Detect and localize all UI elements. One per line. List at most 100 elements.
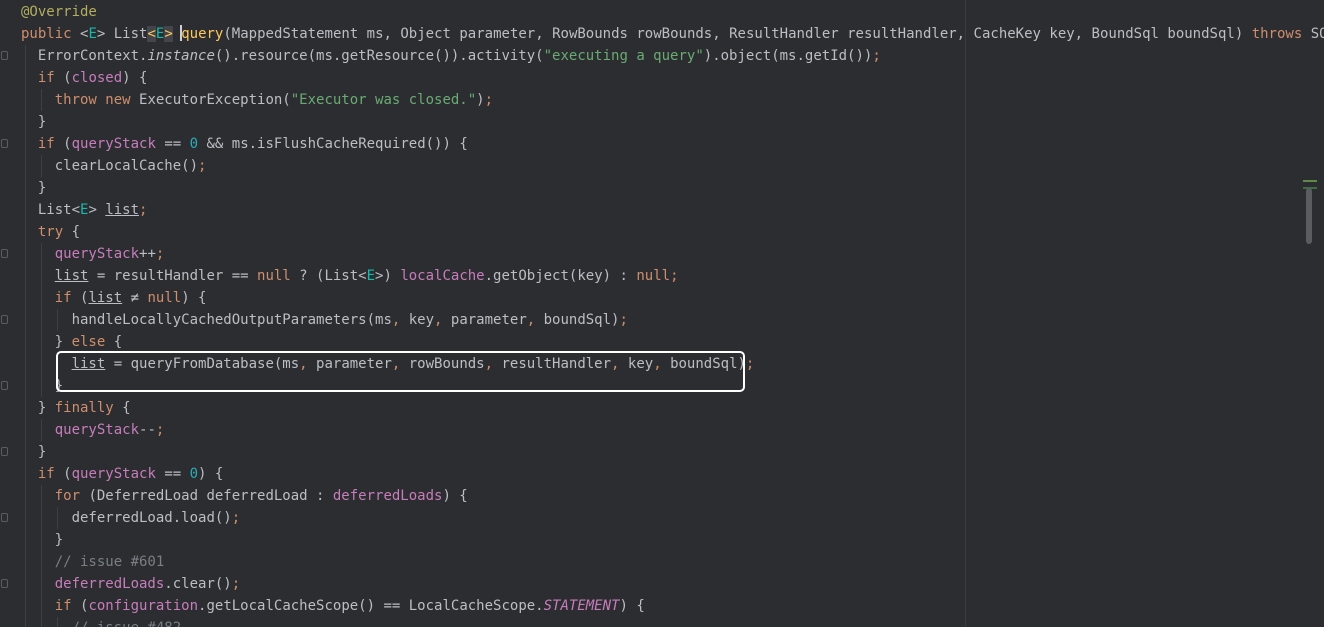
code-token: list: [88, 290, 123, 306]
code-token: "executing a query": [543, 48, 704, 64]
code-line[interactable]: if (queryStack == 0 && ms.isFlushCacheRe…: [21, 133, 1324, 155]
code-token: ? (List<: [290, 268, 367, 284]
code-token: key: [408, 312, 435, 328]
code-token: deferredLoads: [54, 576, 165, 592]
code-line[interactable]: } else {: [21, 331, 1324, 353]
code-token: ErrorContext.: [37, 48, 148, 64]
code-line[interactable]: @Override: [21, 1, 1324, 23]
code-line[interactable]: if (list ≠ null) {: [21, 287, 1324, 309]
code-line[interactable]: }: [21, 529, 1324, 551]
code-line[interactable]: queryStack--;: [21, 419, 1324, 441]
code-token: }: [37, 400, 55, 416]
indent-guide: [25, 89, 26, 111]
code-token: if: [37, 136, 64, 152]
vertical-scrollbar[interactable]: [1306, 188, 1312, 244]
code-line[interactable]: clearLocalCache();: [21, 155, 1324, 177]
fold-icon[interactable]: [1, 51, 8, 60]
code-line[interactable]: if (configuration.getLocalCacheScope() =…: [21, 595, 1324, 617]
code-line[interactable]: }: [21, 177, 1324, 199]
code-token: ++: [139, 246, 156, 262]
code-token: ;: [231, 576, 241, 592]
indent-guide: [41, 287, 42, 309]
indent-guide: [41, 353, 42, 375]
indent-guide: [41, 551, 42, 573]
fold-icon[interactable]: [1, 139, 8, 148]
code-token: deferredLoads: [332, 488, 443, 504]
code-line[interactable]: try {: [21, 221, 1324, 243]
code-token: ;: [619, 312, 628, 328]
indent-guide: [41, 595, 42, 617]
fold-icon[interactable]: [1, 315, 8, 324]
indent-guide: [25, 485, 26, 507]
code-line[interactable]: handleLocallyCachedOutputParameters(ms, …: [21, 309, 1324, 331]
code-token: .clear(): [164, 576, 232, 592]
code-token: "Executor was closed.": [290, 92, 477, 108]
code-token: (DeferredLoad deferredLoad :: [88, 488, 333, 504]
code-token: ).object(ms.getId()): [703, 48, 873, 64]
code-token: (: [63, 136, 72, 152]
indent-guide: [25, 287, 26, 309]
indent-guide: [41, 617, 42, 627]
code-token: 0: [189, 136, 199, 152]
code-token: // issue #601: [54, 554, 165, 570]
indent-guide: [41, 309, 42, 331]
code-token: for: [54, 488, 89, 504]
code-token: E: [88, 26, 97, 42]
code-line[interactable]: list = resultHandler == null ? (List<E>)…: [21, 265, 1324, 287]
code-token: = resultHandler ==: [88, 268, 258, 284]
code-line[interactable]: throw new ExecutorException("Executor wa…: [21, 89, 1324, 111]
code-line[interactable]: if (queryStack == 0) {: [21, 463, 1324, 485]
fold-icon[interactable]: [1, 249, 8, 258]
code-token: ExecutorException(: [139, 92, 291, 108]
code-token: deferredLoad.load(): [71, 510, 232, 526]
code-line[interactable]: deferredLoad.load();: [21, 507, 1324, 529]
code-line[interactable]: queryStack++;: [21, 243, 1324, 265]
change-marker: [1303, 180, 1317, 182]
code-line[interactable]: ErrorContext.instance().resource(ms.getR…: [21, 45, 1324, 67]
code-token: query: [181, 26, 224, 42]
code-token: // issue #482: [72, 620, 182, 627]
code-token: public: [21, 26, 81, 42]
indent-guide: [41, 573, 42, 595]
indent-guide: [25, 529, 26, 551]
editor-gutter: [0, 0, 12, 627]
fold-icon[interactable]: [1, 447, 8, 456]
code-line[interactable]: for (DeferredLoad deferredLoad : deferre…: [21, 485, 1324, 507]
code-token: .getObject(key) :: [484, 268, 637, 284]
fold-icon[interactable]: [1, 381, 8, 390]
indent-guide: [25, 573, 26, 595]
code-line[interactable]: // issue #601: [21, 551, 1324, 573]
code-editor[interactable]: @Override public <E> List<E> query(Mapped…: [0, 0, 1324, 627]
code-line[interactable]: public <E> List<E> query(MappedStatement…: [21, 23, 1324, 45]
indent-guide: [41, 89, 42, 111]
code-line[interactable]: // issue #482: [21, 617, 1324, 627]
fold-icon[interactable]: [1, 513, 8, 522]
code-line[interactable]: List<E> list;: [21, 199, 1324, 221]
code-token: handleLocallyCachedOutputParameters(ms: [71, 312, 392, 328]
fold-icon[interactable]: [1, 579, 8, 588]
code-line[interactable]: }: [21, 111, 1324, 133]
indent-guide: [25, 595, 26, 617]
code-token: @Override: [21, 4, 97, 20]
code-line[interactable]: deferredLoads.clear();: [21, 573, 1324, 595]
indent-guide: [57, 617, 58, 627]
code-token: localCache: [400, 268, 485, 284]
code-area[interactable]: @Override public <E> List<E> query(Mapped…: [21, 1, 1324, 627]
code-token: {: [122, 400, 131, 416]
code-token: >: [164, 26, 173, 42]
code-token: ;: [155, 422, 165, 438]
code-line[interactable]: }: [21, 441, 1324, 463]
code-line[interactable]: } finally {: [21, 397, 1324, 419]
indent-guide: [25, 463, 26, 485]
indent-guide: [41, 331, 42, 353]
code-token: try: [37, 224, 72, 240]
code-line[interactable]: if (closed) {: [21, 67, 1324, 89]
